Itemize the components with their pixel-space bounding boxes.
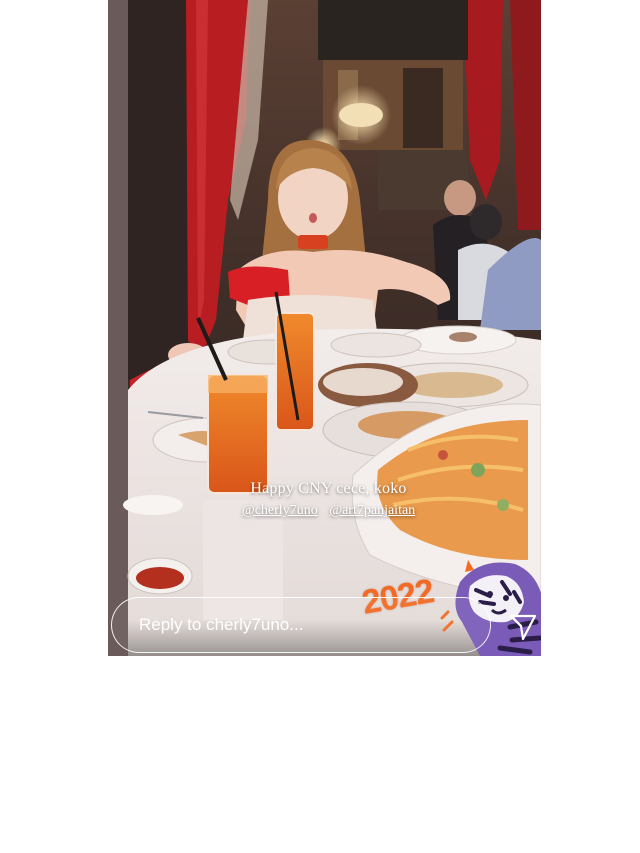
paper-plane-icon[interactable] — [508, 612, 538, 642]
reply-input[interactable]: Reply to cherly7uno... — [111, 597, 491, 653]
story-viewer[interactable]: Happy CNY cece, koko @cherly7uno @art7pa… — [108, 0, 541, 656]
page: Happy CNY cece, koko @cherly7uno @art7pa… — [0, 0, 640, 853]
mention-list: @cherly7uno @art7panjaitan — [108, 503, 541, 519]
caption-text: Happy CNY cece, koko — [250, 480, 407, 497]
mention-art7panjaitan[interactable]: @art7panjaitan — [329, 503, 415, 518]
story-caption: Happy CNY cece, koko @cherly7uno @art7pa… — [108, 480, 541, 519]
mention-cherly7uno[interactable]: @cherly7uno — [242, 503, 318, 518]
reply-placeholder: Reply to cherly7uno... — [139, 615, 304, 634]
